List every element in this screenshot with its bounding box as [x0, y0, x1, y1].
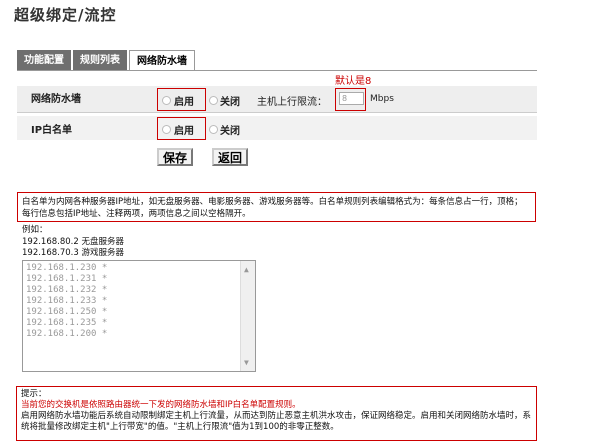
- tab-bar: 功能配置 规则列表 网络防水墙: [17, 50, 197, 71]
- example-line-2: 192.168.70.3 游戏服务器: [22, 248, 124, 258]
- upstream-limit-input[interactable]: [339, 92, 364, 105]
- textarea-line: 192.168.1.231 *: [26, 274, 108, 284]
- whitelist-enable-radio[interactable]: [162, 125, 171, 134]
- tab-function-config[interactable]: 功能配置: [17, 50, 71, 71]
- textarea-line: 192.168.1.250 *: [26, 307, 108, 317]
- textarea-line: 192.168.1.200 *: [26, 329, 108, 339]
- firewall-enable-label: 启用: [174, 97, 194, 108]
- tab-rule-list[interactable]: 规则列表: [73, 50, 127, 71]
- example-title: 例如：: [22, 225, 48, 235]
- scroll-down-icon[interactable]: ▼: [244, 357, 249, 368]
- whitelist-row: IP白名单 启用 关闭: [17, 116, 537, 140]
- tip-line-2: 启用网络防水墙功能后系统自动限制绑定主机上行流量，从而达到防止恶意主机洪水攻击，…: [21, 411, 532, 432]
- textarea-line: 192.168.1.232 *: [26, 285, 108, 295]
- save-button[interactable]: 保存: [157, 148, 194, 166]
- upstream-limit-label: 主机上行限流：: [257, 97, 327, 108]
- tip-title: 提示：: [21, 389, 47, 399]
- whitelist-info-box: 白名单为内网各种服务器IP地址，如无盘服务器、电影服务器、游戏服务器等。白名单规…: [17, 192, 536, 222]
- firewall-row: 网络防水墙 启用 关闭 主机上行限流： Mbps: [17, 86, 537, 113]
- textarea-line: 192.168.1.233 *: [26, 296, 108, 306]
- firewall-label: 网络防水墙: [31, 94, 81, 105]
- whitelist-textarea[interactable]: 192.168.1.230 * 192.168.1.231 * 192.168.…: [22, 260, 256, 372]
- tip-box: 提示： 当前您的交换机是依照路由器统一下发的网络防水墙和IP白名单配置规则。 启…: [16, 386, 537, 441]
- back-button[interactable]: 返回: [212, 148, 249, 166]
- page-title: 超级绑定/流控: [14, 6, 117, 24]
- textarea-scrollbar[interactable]: ▲ ▼: [240, 261, 255, 371]
- tab-network-firewall[interactable]: 网络防水墙: [129, 50, 195, 71]
- upstream-unit: Mbps: [370, 94, 394, 104]
- firewall-disable-label: 关闭: [220, 97, 240, 108]
- settings-panel: 默认是8 网络防水墙 启用 关闭 主机上行限流： Mbps IP白名单 启用 关…: [17, 76, 537, 150]
- whitelist-label: IP白名单: [31, 125, 73, 136]
- whitelist-disable-radio[interactable]: [209, 125, 218, 134]
- firewall-enable-radio[interactable]: [162, 96, 171, 105]
- firewall-disable-radio[interactable]: [209, 96, 218, 105]
- textarea-line: 192.168.1.235 *: [26, 318, 108, 328]
- textarea-line: 192.168.1.230 *: [26, 263, 108, 273]
- tab-divider: [17, 70, 537, 71]
- default-note: 默认是8: [335, 76, 372, 87]
- whitelist-enable-label: 启用: [174, 126, 194, 137]
- whitelist-disable-label: 关闭: [220, 126, 240, 137]
- scroll-up-icon[interactable]: ▲: [244, 264, 249, 275]
- tip-line-1: 当前您的交换机是依照路由器统一下发的网络防水墙和IP白名单配置规则。: [21, 400, 301, 410]
